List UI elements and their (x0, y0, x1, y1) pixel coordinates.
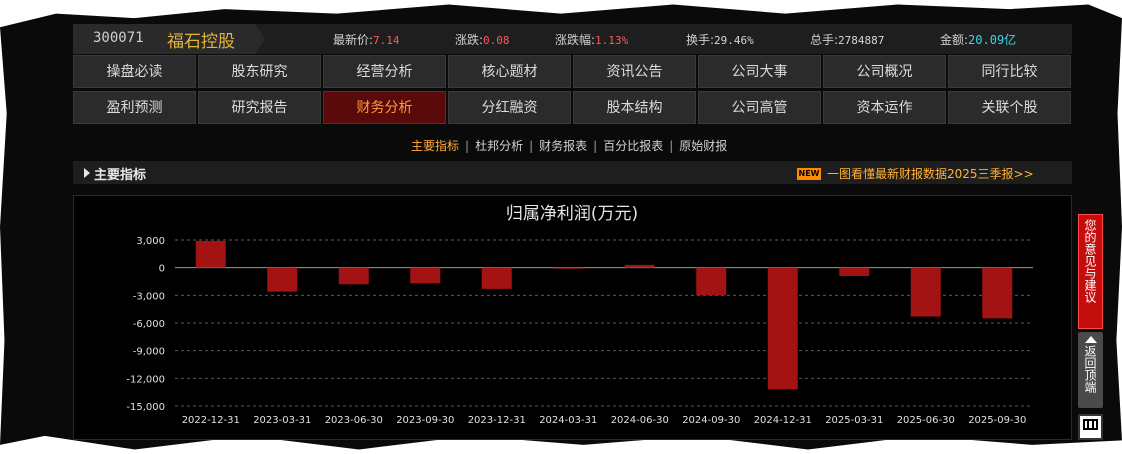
x-tick-label: 2023-09-30 (396, 415, 454, 426)
subnav-separator: | (593, 139, 598, 153)
bar-2024-09-30[interactable] (696, 267, 727, 296)
bar-2024-06-30[interactable] (624, 264, 655, 268)
change-value: 0.08 (483, 34, 510, 47)
nav-thbj[interactable]: 同行比较 (948, 55, 1071, 88)
x-tick-label: 2023-03-31 (253, 415, 311, 426)
nav-zxgg[interactable]: 资讯公告 (573, 55, 696, 88)
y-tick-label: -15,000 (126, 402, 165, 413)
nav-zbyz[interactable]: 资本运作 (823, 91, 946, 124)
section-title: 主要指标 (94, 168, 147, 183)
x-tick-label: 2022-12-31 (182, 415, 240, 426)
subnav-cwbb[interactable]: 财务报表 (539, 139, 587, 153)
stock-code: 300071 (93, 30, 144, 46)
bar-2025-06-30[interactable] (910, 267, 941, 317)
y-tick-label: 3,000 (136, 236, 165, 247)
volume-value: 2784887 (838, 34, 885, 47)
nav-czbd[interactable]: 操盘必读 (73, 55, 196, 88)
change-pct-label: 涨跌幅: (555, 33, 596, 47)
volume-label: 总手: (810, 33, 839, 47)
subnav-dbfx[interactable]: 杜邦分析 (475, 139, 523, 153)
nav-gbjg[interactable]: 股本结构 (573, 91, 696, 124)
latest-price-value: 7.14 (373, 34, 400, 47)
x-tick-label: 2024-03-31 (539, 415, 597, 426)
net-profit-chart: 归属净利润(万元) 3,000 0 -3,000 -6,000 -9,000 -12,00… (126, 204, 1033, 426)
nav-yjbg[interactable]: 研究报告 (198, 91, 321, 124)
turnover-label: 换手: (686, 33, 715, 47)
change-pct: 涨跌幅:1.13% (555, 31, 628, 48)
amount-label: 金额: (940, 33, 969, 47)
arrow-up-icon (1084, 336, 1097, 343)
change-pct-value: 1.13% (595, 34, 629, 47)
back-to-top-label: 返回顶端 (1083, 345, 1097, 393)
x-tick-label: 2023-12-31 (468, 415, 526, 426)
x-tick-label: 2025-03-31 (825, 415, 883, 426)
bar-2025-03-31[interactable] (839, 267, 870, 276)
latest-price-label: 最新价: (333, 33, 374, 47)
feedback-button[interactable]: 您的意见与建议 (1078, 214, 1103, 329)
subnav-yscb[interactable]: 原始财报 (679, 139, 727, 153)
subnav-separator: | (529, 139, 534, 153)
turnover-value: 29.46% (714, 34, 754, 47)
qr-code-icon[interactable] (1078, 414, 1103, 440)
new-badge: NEW (797, 168, 821, 180)
bar-2025-09-30[interactable] (982, 267, 1013, 319)
change: 涨跌:0.08 (455, 31, 510, 48)
x-tick-label: 2024-12-31 (754, 415, 812, 426)
x-tick-label: 2024-06-30 (611, 415, 669, 426)
bar-2023-03-31[interactable] (267, 267, 298, 292)
y-tick-label: -6,000 (133, 319, 165, 330)
bar-2023-09-30[interactable] (410, 267, 441, 284)
bar-2023-12-31[interactable] (481, 267, 512, 289)
promo-link[interactable]: 一图看懂最新财报数据2025三季报>> (827, 165, 1034, 182)
nav-gsds[interactable]: 公司大事 (698, 55, 821, 88)
nav-glgg[interactable]: 关联个股 (948, 91, 1071, 124)
subnav-zyzb[interactable]: 主要指标 (411, 139, 459, 153)
triangle-right-icon (84, 168, 90, 178)
latest-price: 最新价:7.14 (333, 31, 400, 48)
sub-nav: 主要指标 | 杜邦分析 | 财务报表 | 百分比报表 | 原始财报 (411, 137, 727, 154)
nav-jyfx[interactable]: 经营分析 (323, 55, 446, 88)
nav-fhrz[interactable]: 分红融资 (448, 91, 571, 124)
back-to-top-button[interactable]: 返回顶端 (1078, 332, 1103, 408)
bar-2022-12-31[interactable] (195, 240, 226, 268)
nav-gdyj[interactable]: 股东研究 (198, 55, 321, 88)
turnover: 换手:29.46% (686, 31, 754, 48)
y-tick-label: -3,000 (133, 291, 165, 302)
subnav-separator: | (465, 139, 470, 153)
x-tick-label: 2023-06-30 (325, 415, 383, 426)
bar-2023-06-30[interactable] (338, 267, 369, 285)
chart-title: 归属净利润(万元) (506, 204, 638, 224)
amount: 金额:20.09亿 (940, 31, 1016, 48)
subnav-bfbbb[interactable]: 百分比报表 (603, 139, 663, 153)
nav-ylyc[interactable]: 盈利预测 (73, 91, 196, 124)
x-tick-label: 2025-06-30 (897, 415, 955, 426)
stock-name[interactable]: 福石控股 (167, 27, 235, 52)
x-tick-label: 2024-09-30 (682, 415, 740, 426)
y-tick-label: -12,000 (126, 374, 165, 385)
feedback-label: 您的意见与建议 (1083, 219, 1097, 303)
nav-hxtc[interactable]: 核心题材 (448, 55, 571, 88)
nav-cwfx[interactable]: 财务分析 (323, 91, 446, 124)
y-tick-label: 0 (159, 264, 165, 275)
volume: 总手:2784887 (810, 31, 884, 48)
subnav-separator: | (669, 139, 674, 153)
nav-gsgk[interactable]: 公司概况 (823, 55, 946, 88)
amount-value: 20.09亿 (968, 33, 1017, 47)
nav-gsgg[interactable]: 公司高管 (698, 91, 821, 124)
change-label: 涨跌: (455, 33, 484, 47)
bar-2024-03-31[interactable] (553, 267, 584, 269)
y-tick-label: -9,000 (133, 347, 165, 358)
x-tick-label: 2025-09-30 (968, 415, 1026, 426)
bar-2024-12-31[interactable] (767, 267, 798, 390)
